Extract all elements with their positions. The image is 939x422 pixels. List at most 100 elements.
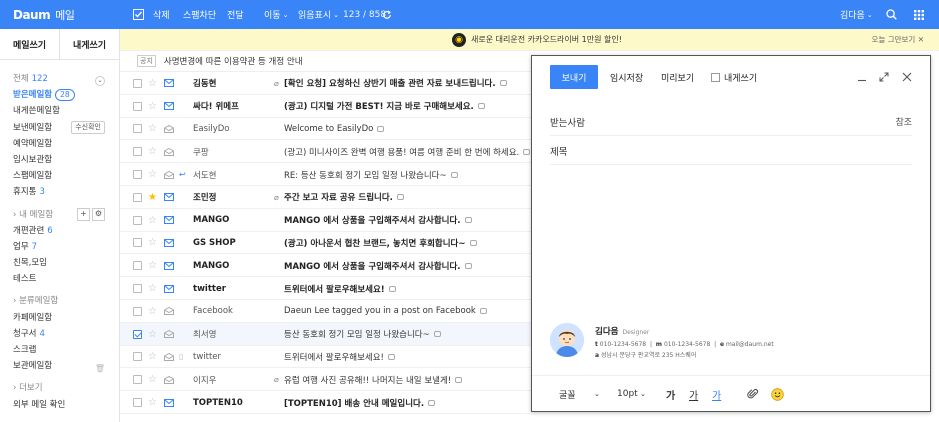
preview-bubble-icon[interactable] bbox=[455, 376, 463, 383]
star-icon[interactable]: ☆ bbox=[148, 232, 157, 255]
folder-dev[interactable]: 개편관련 6 bbox=[13, 223, 119, 239]
preview-button[interactable]: 미리보기 bbox=[661, 65, 694, 89]
preview-bubble-icon[interactable] bbox=[377, 125, 385, 132]
envelope-icon[interactable] bbox=[164, 300, 174, 323]
mail-subject[interactable]: Daeun Lee tagged you in a post on Facebo… bbox=[284, 300, 487, 323]
read-receipt-button[interactable]: 수신확인 bbox=[71, 120, 105, 134]
preview-bubble-icon[interactable] bbox=[479, 308, 487, 315]
subject-field[interactable]: 제목 bbox=[550, 137, 912, 165]
star-icon[interactable]: ☆ bbox=[148, 300, 157, 323]
sender-name[interactable]: MANGO bbox=[193, 209, 273, 232]
row-checkbox[interactable] bbox=[133, 254, 142, 277]
my-folders-header[interactable]: › 내 메일함 + ⚙ bbox=[13, 207, 119, 223]
preview-bubble-icon[interactable] bbox=[499, 80, 507, 87]
mail-row[interactable]: ★ 조민정 ⌀ 주간 보고 자료 공유 드립니다. bbox=[120, 186, 532, 209]
save-draft-button[interactable]: 임시저장 bbox=[610, 65, 643, 89]
row-checkbox[interactable] bbox=[133, 72, 142, 95]
chevron-down-icon[interactable]: ⌄ bbox=[594, 376, 600, 412]
folder-friends[interactable]: 친목,모임 bbox=[13, 255, 119, 271]
write-self-button[interactable]: 내게쓰기 bbox=[60, 29, 119, 59]
mail-subject[interactable]: RE: 등산 동호회 정기 모임 일정 나왔습니다~ bbox=[284, 163, 458, 186]
envelope-icon[interactable] bbox=[164, 323, 174, 346]
more-header[interactable]: › 더보기 bbox=[13, 380, 119, 396]
folder-archive[interactable]: 보관메일함 🗑 bbox=[13, 358, 119, 374]
star-icon[interactable]: ☆ bbox=[148, 391, 157, 414]
mail-subject[interactable]: MANGO 에서 상품을 구입해주셔서 감사합니다. bbox=[284, 254, 472, 277]
row-checkbox[interactable] bbox=[133, 209, 142, 232]
row-checkbox[interactable] bbox=[133, 368, 142, 391]
folder-sent[interactable]: 보낸메일함 수신확인 bbox=[13, 120, 119, 136]
row-checkbox[interactable] bbox=[133, 346, 142, 369]
folder-inbox[interactable]: 받은메일함 28 bbox=[13, 87, 119, 103]
row-checkbox[interactable] bbox=[133, 163, 142, 186]
mail-row[interactable]: ☆ twitter 트위터에서 팔로우해보세요! bbox=[120, 277, 532, 300]
star-icon[interactable]: ☆ bbox=[148, 95, 157, 118]
font-size-select[interactable]: 10pt bbox=[617, 376, 638, 412]
row-checkbox[interactable] bbox=[133, 140, 142, 163]
mail-subject[interactable]: (광고) 디지털 가전 BEST! 지금 바로 구매해보세요. bbox=[284, 95, 485, 118]
mail-row[interactable]: ☆ Facebook Daeun Lee tagged you in a post … bbox=[120, 300, 532, 323]
sender-name[interactable]: twitter bbox=[193, 277, 273, 300]
read-display-dropdown[interactable]: 읽음표시 ⌄ bbox=[298, 0, 339, 29]
preview-bubble-icon[interactable] bbox=[433, 331, 441, 338]
sender-name[interactable]: 조민정 bbox=[193, 186, 273, 209]
mail-row[interactable]: ☆ GS SHOP (광고) 아나운서 협찬 브랜드, 놓치면 후회합니다~ bbox=[120, 232, 532, 255]
chevron-down-icon[interactable]: ⌄ bbox=[640, 376, 646, 412]
folder-drafts[interactable]: 임시보관함 bbox=[13, 152, 119, 168]
notice-row[interactable]: 공지 사명변경에 따른 이용약관 등 개정 안내 bbox=[120, 51, 532, 72]
search-icon[interactable] bbox=[886, 0, 897, 29]
mail-row[interactable]: ☆ 쿠팡 (광고) 미니사이즈 완벽 여행 용품! 여름 여행 준비 한 번에 하세… bbox=[120, 140, 532, 164]
row-checkbox[interactable] bbox=[133, 95, 142, 118]
minimize-icon[interactable] bbox=[857, 65, 867, 89]
user-menu[interactable]: 김다음 ⌄ bbox=[840, 0, 873, 29]
star-icon[interactable]: ☆ bbox=[148, 140, 157, 163]
mail-subject[interactable]: [TOPTEN10] 배송 안내 메일입니다. bbox=[284, 391, 436, 414]
mail-row[interactable]: ☆ MANGO MANGO 에서 상품을 구입해주셔서 감사합니다. bbox=[120, 254, 532, 278]
envelope-icon[interactable] bbox=[164, 391, 174, 414]
underline-button[interactable]: 가 bbox=[712, 376, 721, 412]
select-all-checkbox-icon[interactable] bbox=[133, 0, 144, 29]
expand-icon[interactable] bbox=[879, 65, 889, 89]
sender-name[interactable]: twitter bbox=[193, 346, 273, 369]
mail-row[interactable]: ☆ 이지우 ⌀ 유럽 여행 사진 공유해!! 나머지는 내일 보낼게! bbox=[120, 368, 532, 392]
mail-subject[interactable]: MANGO 에서 상품을 구입해주셔서 감사합니다. bbox=[284, 209, 472, 232]
row-checkbox[interactable] bbox=[133, 186, 142, 209]
sender-name[interactable]: 쿠팡 bbox=[193, 140, 273, 163]
folder-all[interactable]: 전체 122 ⌄ bbox=[13, 71, 119, 87]
sender-name[interactable]: TOPTEN10 bbox=[193, 391, 273, 414]
block-spam-button[interactable]: 스팸차단 bbox=[183, 0, 216, 29]
recipient-field[interactable]: 받는사람 참조 bbox=[550, 108, 912, 136]
star-icon[interactable]: ☆ bbox=[148, 277, 157, 300]
folder-test[interactable]: 테스트 bbox=[13, 271, 119, 287]
envelope-icon[interactable] bbox=[164, 118, 174, 141]
mail-subject[interactable]: (광고) 미니사이즈 완벽 여행 용품! 여름 여행 준비 한 번에 하세요. bbox=[284, 140, 531, 163]
envelope-icon[interactable] bbox=[164, 346, 174, 369]
sender-name[interactable]: 이지우 bbox=[193, 368, 273, 391]
preview-bubble-icon[interactable] bbox=[469, 239, 477, 246]
preview-bubble-icon[interactable] bbox=[464, 262, 472, 269]
folder-scrap[interactable]: 스크랩 bbox=[13, 342, 119, 358]
star-icon[interactable]: ☆ bbox=[148, 118, 157, 141]
notice-text[interactable]: 사명변경에 따른 이용약관 등 개정 안내 bbox=[164, 55, 303, 67]
mail-row[interactable]: ☆ 최서영 등산 동호회 정기 모임 일정 나왔습니다~ bbox=[120, 322, 532, 346]
folder-cafe[interactable]: 카페메일함 bbox=[13, 310, 119, 326]
mail-subject[interactable]: 트위터에서 팔로우해보세요! bbox=[284, 346, 395, 369]
external-mail-link[interactable]: 외부 메일 확인 bbox=[13, 397, 119, 413]
folder-self[interactable]: 내게쓴메일함 bbox=[13, 103, 119, 119]
sender-name[interactable]: MANGO bbox=[193, 254, 273, 277]
star-icon[interactable]: ★ bbox=[148, 186, 157, 209]
preview-bubble-icon[interactable] bbox=[477, 103, 485, 110]
mail-row[interactable]: ☆ MANGO MANGO 에서 상품을 구입해주셔서 감사합니다. bbox=[120, 209, 532, 232]
envelope-icon[interactable] bbox=[164, 140, 174, 163]
font-select[interactable]: 굴꼴 bbox=[559, 376, 576, 412]
row-checkbox[interactable] bbox=[133, 323, 142, 346]
preview-bubble-icon[interactable] bbox=[396, 194, 404, 201]
preview-bubble-icon[interactable] bbox=[428, 399, 436, 406]
cc-button[interactable]: 참조 bbox=[895, 115, 912, 128]
mail-row[interactable]: ☆ ▯ twitter 트위터에서 팔로우해보세요! bbox=[120, 346, 532, 369]
envelope-icon[interactable] bbox=[164, 254, 174, 277]
banner-text[interactable]: 새로운 대리운전 카카오드라이버 1만원 할인! bbox=[471, 29, 622, 51]
sender-name[interactable]: 최서영 bbox=[193, 323, 273, 346]
sender-name[interactable]: GS SHOP bbox=[193, 232, 273, 255]
refresh-icon[interactable] bbox=[382, 0, 392, 29]
